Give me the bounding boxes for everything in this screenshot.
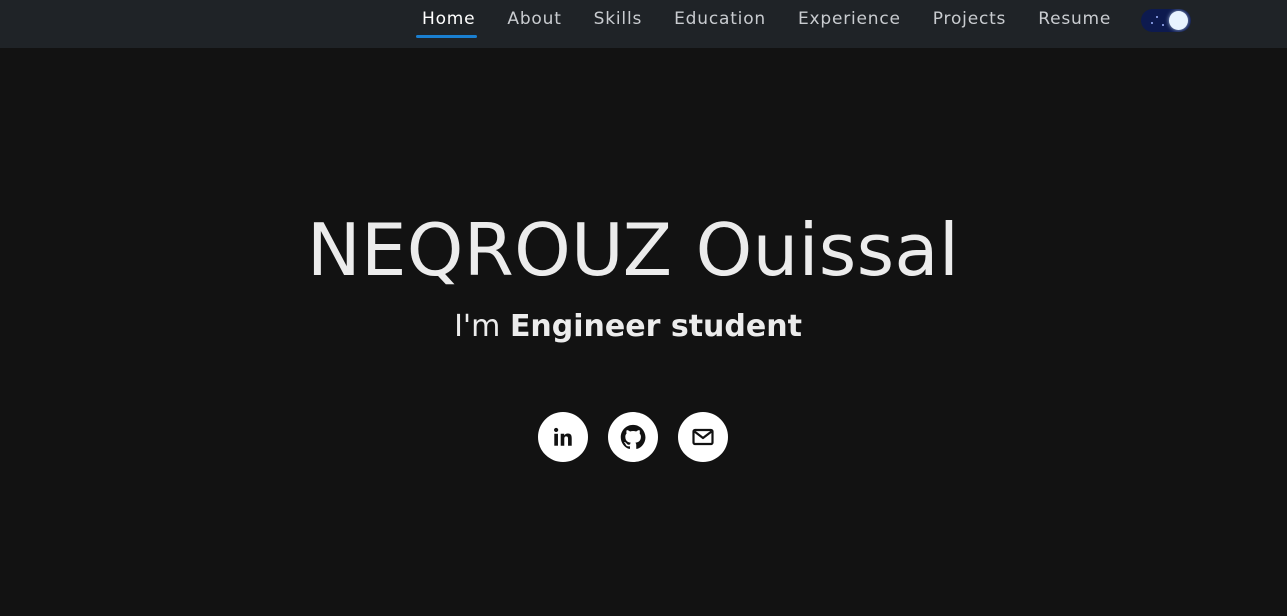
navbar: Home About Skills Education Experience P… [0,0,1287,48]
linkedin-button[interactable] [538,412,588,462]
nav-item-skills[interactable]: Skills [578,0,658,40]
tagline-prefix: I'm [454,309,510,344]
hero-tagline: I'm Engineer student [0,308,1256,346]
nav-list: Home About Skills Education Experience P… [414,0,1127,40]
linkedin-icon [554,427,572,446]
nav-item-projects[interactable]: Projects [917,0,1022,40]
mail-button[interactable] [678,412,728,462]
tagline-role: Engineer student [509,309,802,344]
github-icon [620,424,646,449]
nav-item-education[interactable]: Education [658,0,782,40]
moon-icon [1169,11,1188,30]
star-icon [1162,24,1164,26]
theme-toggle[interactable] [1141,9,1191,32]
star-icon [1151,22,1153,24]
nav-item-resume[interactable]: Resume [1022,0,1127,40]
star-icon [1156,16,1158,18]
nav-item-home[interactable]: Home [414,0,491,40]
github-button[interactable] [608,412,658,462]
mail-icon [692,428,714,446]
nav-item-experience[interactable]: Experience [782,0,917,40]
social-links [538,412,728,462]
hero-name: NEQROUZ Ouissal [306,208,960,292]
nav-item-about[interactable]: About [491,0,577,40]
